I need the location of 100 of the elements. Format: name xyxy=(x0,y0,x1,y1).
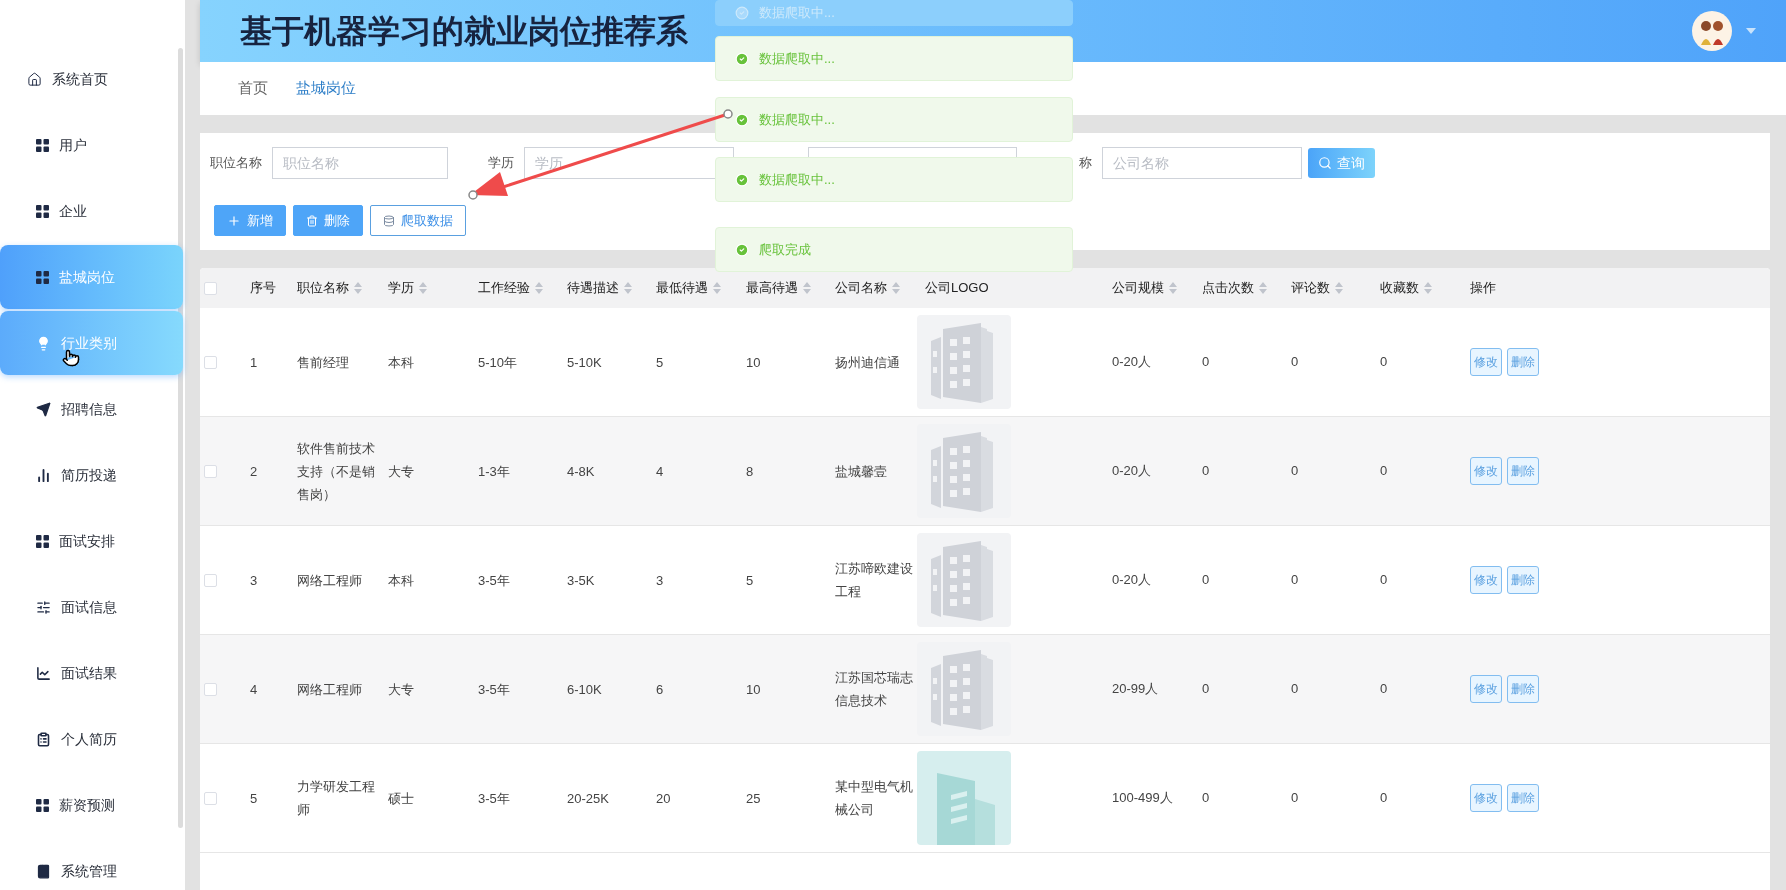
table-cell: 0 xyxy=(1380,572,1388,588)
check-circle-icon xyxy=(735,6,749,20)
sidebar-item[interactable]: 系统首页 xyxy=(0,47,183,111)
table-cell: 3-5K xyxy=(567,572,595,588)
action-button[interactable]: 爬取数据 xyxy=(370,205,466,236)
sidebar-item[interactable]: 面试结果 xyxy=(0,641,183,705)
breadcrumb-link[interactable]: 首页 xyxy=(238,77,268,100)
table-cell: 网络工程师 xyxy=(297,572,362,588)
column-header: 待遇描述 xyxy=(567,279,619,298)
sort-icon[interactable] xyxy=(354,282,362,294)
sidebar-item[interactable]: 企业 xyxy=(0,179,183,243)
sidebar-item[interactable]: 用户 xyxy=(0,113,183,177)
grid-icon xyxy=(36,270,49,284)
table-cell: 1 xyxy=(250,354,258,370)
table-cell: 4-8K xyxy=(567,463,595,479)
checkbox[interactable] xyxy=(204,682,217,696)
table-cell: 大专 xyxy=(388,463,414,479)
grid-icon xyxy=(36,798,49,812)
sort-icon[interactable] xyxy=(1169,282,1177,294)
check-circle-icon xyxy=(735,172,749,187)
sort-icon[interactable] xyxy=(624,282,632,294)
sort-icon[interactable] xyxy=(1259,282,1267,294)
checkbox[interactable] xyxy=(204,355,217,369)
table-cell: 力学研发工程师 xyxy=(297,779,375,817)
field-label: 称 xyxy=(1079,154,1092,173)
sidebar-item[interactable]: 系统管理 xyxy=(0,839,183,890)
search-field[interactable]: 职位名称 xyxy=(272,147,448,179)
table-cell: 0 xyxy=(1291,354,1299,370)
table-cell: 3-5年 xyxy=(478,681,510,697)
trash-icon xyxy=(306,214,318,227)
message-toast: 数据爬取中... xyxy=(715,157,1073,202)
table-cell: 盐城馨壹 xyxy=(835,463,887,479)
table-cell: 售前经理 xyxy=(297,354,349,370)
table-row[interactable]: 4 网络工程师 大专 3-5年 6-10K 6 10 江苏国芯瑞志信息技术 20-99人 0 0 0 修改 删除 xyxy=(200,635,1770,744)
sort-icon[interactable] xyxy=(892,282,900,294)
sidebar-item[interactable]: 面试信息 xyxy=(0,575,183,639)
message-toast: 数据爬取中... xyxy=(715,97,1073,142)
table-cell: 0 xyxy=(1202,572,1210,588)
sidebar-item[interactable]: 个人简历 xyxy=(0,707,183,771)
sidebar-item[interactable]: 简历投递 xyxy=(0,443,183,507)
column-header: 公司规模 xyxy=(1112,279,1164,298)
table-cell: 3-5年 xyxy=(478,790,510,806)
check-circle-icon xyxy=(735,112,749,127)
table-cell: 20-25K xyxy=(567,790,609,806)
column-header: 操作 xyxy=(1470,279,1496,298)
sidebar-item[interactable]: 面试安排 xyxy=(0,509,183,573)
checkbox[interactable] xyxy=(204,573,217,587)
table-cell: 本科 xyxy=(388,572,414,588)
table-cell: 0 xyxy=(1380,463,1388,479)
home-icon xyxy=(27,71,42,87)
table-cell: 5 xyxy=(746,572,754,588)
table-cell: 0 xyxy=(1291,790,1299,806)
sort-icon[interactable] xyxy=(713,282,721,294)
sort-icon[interactable] xyxy=(1424,282,1432,294)
table-cell: 0-20人 xyxy=(1112,354,1152,370)
sidebar-item[interactable]: 招聘信息 xyxy=(0,377,183,441)
table-row[interactable]: 2 软件售前技术支持（不是销售岗） 大专 1-3年 4-8K 4 8 盐城馨壹 0-20人 0 0 0 修改 删除 xyxy=(200,417,1770,526)
grid-icon xyxy=(36,204,49,218)
table-cell: 20-99人 xyxy=(1112,681,1159,697)
sliders-icon xyxy=(36,599,51,615)
message-toast: 爬取完成 xyxy=(715,227,1073,272)
avatar-icon[interactable] xyxy=(1692,11,1732,51)
table-cell: 0-20人 xyxy=(1112,463,1152,479)
sidebar-item[interactable]: 薪资预测 xyxy=(0,773,183,837)
message-toast: 数据爬取中... xyxy=(715,0,1073,26)
breadcrumb-link[interactable]: 盐城岗位 xyxy=(296,77,356,100)
table-cell: 0-20人 xyxy=(1112,572,1152,588)
table-cell: 10 xyxy=(746,354,761,370)
table-cell: 大专 xyxy=(388,681,414,697)
table-cell: 3 xyxy=(250,572,258,588)
table-cell: 100-499人 xyxy=(1112,790,1173,806)
table-cell: 6 xyxy=(656,681,664,697)
table-cell: 0 xyxy=(1202,463,1210,479)
column-header: 公司名称 xyxy=(835,279,887,298)
sort-icon[interactable] xyxy=(803,282,811,294)
table-cell: 1-3年 xyxy=(478,463,510,479)
column-header: 公司LOGO xyxy=(925,279,989,298)
checkbox[interactable] xyxy=(204,281,217,295)
table-cell: 3-5年 xyxy=(478,572,510,588)
check-circle-icon xyxy=(735,242,749,257)
column-header: 最低待遇 xyxy=(656,279,708,298)
sort-icon[interactable] xyxy=(1335,282,1343,294)
sort-icon[interactable] xyxy=(419,282,427,294)
table-cell: 本科 xyxy=(388,354,414,370)
column-header: 职位名称 xyxy=(297,279,349,298)
table-cell: 3 xyxy=(656,572,664,588)
search-field[interactable]: 公司名称 xyxy=(1102,147,1302,179)
grid-icon xyxy=(36,138,49,152)
caret-icon[interactable] xyxy=(1746,28,1756,34)
column-header: 评论数 xyxy=(1291,279,1330,298)
app-title: 基于机器学习的就业岗位推荐系 xyxy=(240,12,688,51)
table-cell: 20 xyxy=(656,790,671,806)
sort-icon[interactable] xyxy=(535,282,543,294)
table-cell: 5-10K xyxy=(567,354,602,370)
checkbox[interactable] xyxy=(204,464,217,478)
checkbox[interactable] xyxy=(204,791,217,805)
table-cell: 5 xyxy=(656,354,664,370)
line-chart-icon xyxy=(36,665,51,681)
column-header: 序号 xyxy=(250,279,276,298)
clipboard-icon xyxy=(36,731,51,747)
